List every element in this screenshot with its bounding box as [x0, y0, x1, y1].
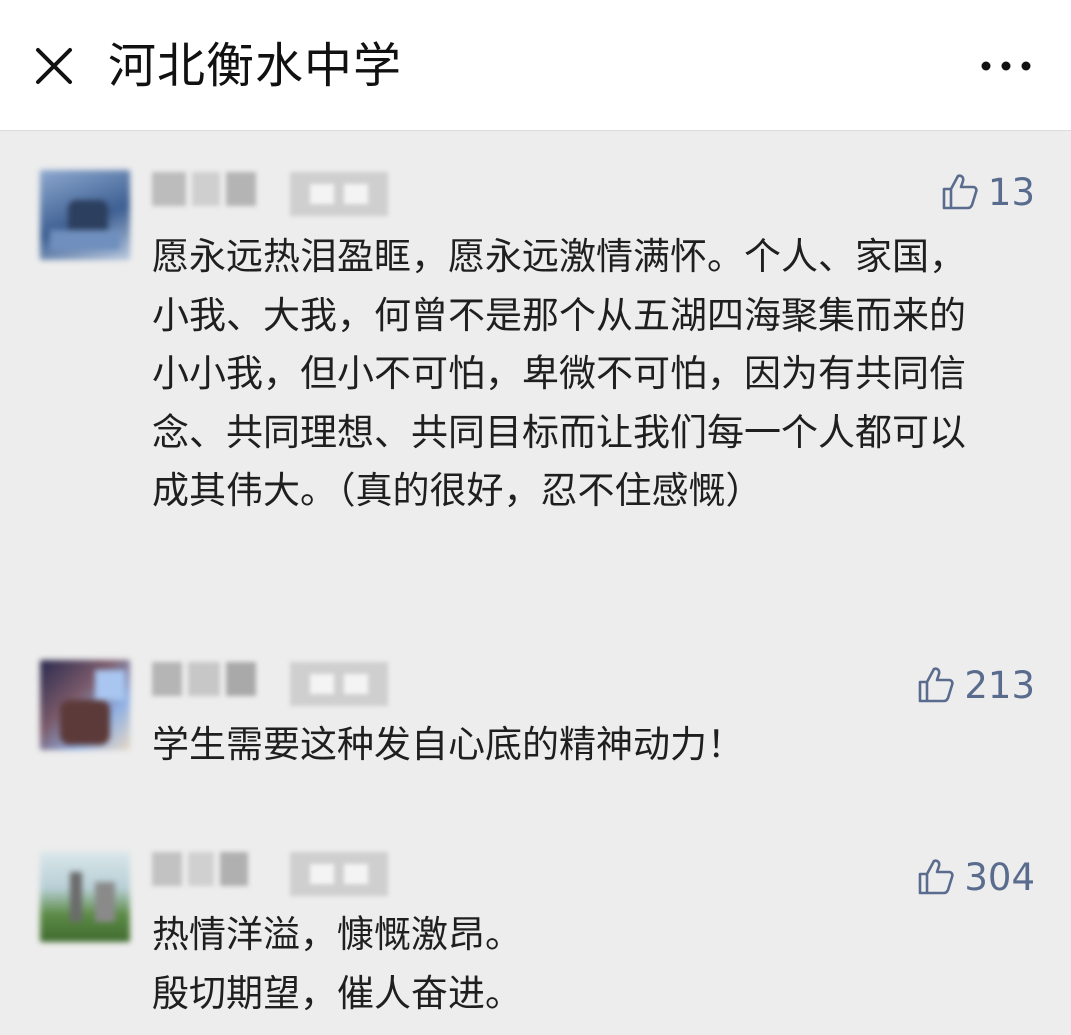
like-button[interactable]: 13: [940, 170, 1035, 214]
avatar[interactable]: [40, 852, 130, 942]
header-bar: 河北衡水中学: [0, 0, 1071, 131]
like-button[interactable]: 304: [916, 855, 1035, 899]
thumbs-up-icon: [919, 859, 955, 895]
close-icon[interactable]: [32, 44, 76, 88]
user-tag-blurred: [290, 662, 388, 706]
more-dots-icon[interactable]: [978, 52, 1034, 80]
like-button[interactable]: 213: [916, 663, 1035, 707]
comment-text: 热情洋溢，慷慨激昂。 殷切期望，催人奋进。: [152, 913, 522, 1015]
page-title: 河北衡水中学: [108, 38, 403, 94]
thumbs-up-icon: [942, 174, 978, 210]
nickname-blurred[interactable]: [152, 172, 270, 208]
user-tag-blurred: [290, 852, 388, 896]
like-count: 213: [964, 663, 1035, 707]
like-count: 13: [987, 170, 1035, 214]
comment-text: 学生需要这种发自心底的精神动力！: [152, 723, 744, 766]
comment-text: 愿永远热泪盈眶，愿永远激情满怀。个人、家国，小我、大我，何曾不是那个从五湖四海聚…: [152, 235, 966, 512]
avatar[interactable]: [40, 660, 130, 750]
thumbs-up-icon: [919, 667, 955, 703]
user-tag-blurred: [290, 172, 388, 216]
nickname-blurred[interactable]: [152, 662, 270, 698]
avatar[interactable]: [40, 170, 130, 260]
nickname-blurred[interactable]: [152, 852, 270, 888]
like-count: 304: [964, 855, 1035, 899]
